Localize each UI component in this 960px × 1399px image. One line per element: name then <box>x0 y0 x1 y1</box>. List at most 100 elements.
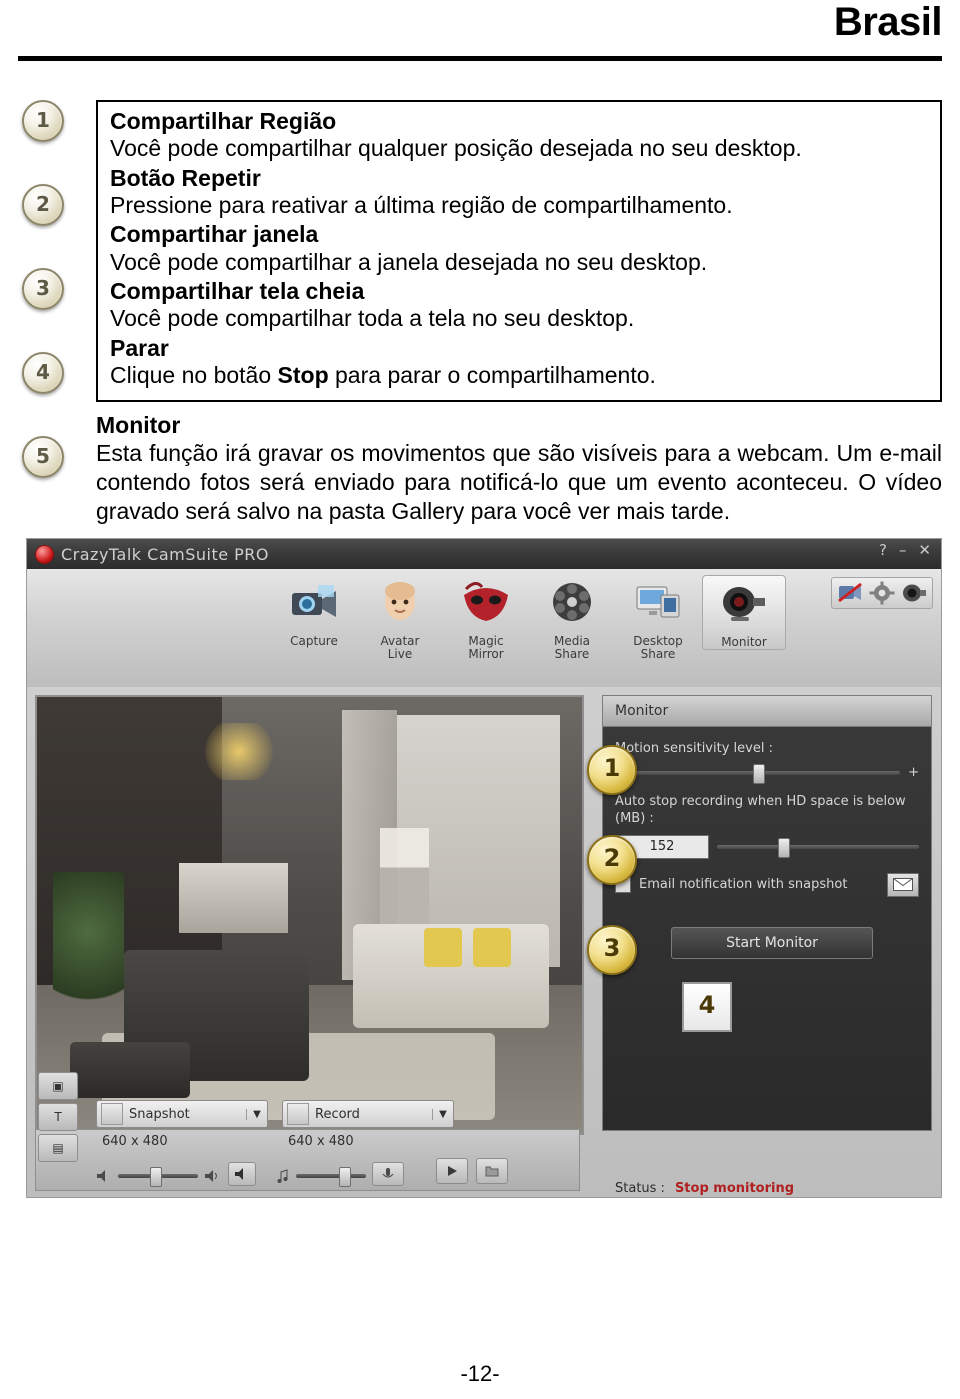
record-resolution: 640 x 480 <box>288 1134 354 1150</box>
toolbar-utility-icons[interactable] <box>831 577 933 610</box>
tab-media-share-label-2: Share <box>554 647 590 662</box>
gear-icon[interactable] <box>869 581 895 605</box>
envelope-icon[interactable] <box>887 872 919 897</box>
microphone-icon[interactable] <box>372 1162 404 1187</box>
motion-sensitivity-label: Motion sensitivity level : <box>615 741 773 757</box>
app-titlebar: CrazyTalk CamSuite PRO ? – ✕ <box>27 539 941 570</box>
app-content-area: Monitor Motion sensitivity level : - + A… <box>27 687 941 1198</box>
instruction-title-3: Compartihar janela <box>110 221 319 248</box>
tab-media-share[interactable]: Media Share <box>530 575 614 661</box>
app-title: CrazyTalk CamSuite PRO <box>61 544 270 564</box>
callout-number-5: 5 <box>22 436 64 478</box>
instruction-item-2: Botão Repetir Pressione para reativar a … <box>110 165 930 220</box>
monitor-settings-panel: Monitor Motion sensitivity level : - + A… <box>602 695 932 1196</box>
tab-monitor-label: Monitor <box>721 635 767 650</box>
close-icon[interactable]: ✕ <box>918 541 931 559</box>
instruction-item-4: Compartilhar tela cheia Você pode compar… <box>110 278 930 333</box>
header-divider <box>18 56 942 61</box>
webcam-icon <box>703 576 785 630</box>
mute-icon[interactable]: ▣ <box>38 1072 78 1101</box>
motion-sensitivity-slider-knob[interactable] <box>753 763 765 784</box>
speaker-low-icon <box>96 1169 112 1183</box>
app-toolbar: Capture Avatar Live Magic Mirror Media S… <box>27 569 941 688</box>
film-icon <box>530 575 614 629</box>
callout-number-2: 2 <box>22 184 64 226</box>
callout-number-column: 1 2 3 4 5 <box>22 100 92 520</box>
tab-avatar-live-label-2: Live <box>387 647 413 662</box>
mic-slider-knob[interactable] <box>339 1166 352 1187</box>
monitor-section: Monitor Esta função irá gravar os movime… <box>96 412 942 527</box>
start-monitor-button[interactable]: Start Monitor <box>671 926 873 959</box>
monitor-section-text: Esta função irá gravar os movimentos que… <box>96 440 942 525</box>
app-logo-icon <box>35 544 54 564</box>
playback-controls[interactable] <box>436 1158 508 1187</box>
autostop-row[interactable]: 152 <box>615 834 919 859</box>
status-value: Stop monitoring <box>674 1181 795 1197</box>
app-callout-4: 4 <box>682 982 732 1033</box>
instruction-title-1: Compartilhar Região <box>110 108 337 134</box>
video-side-buttons[interactable]: ▣ T ▤ <box>38 1072 80 1165</box>
tab-avatar-live[interactable]: Avatar Live <box>358 575 442 661</box>
tab-desktop-share-label-2: Share <box>640 647 676 662</box>
page-footer: -12- <box>0 1361 960 1387</box>
callout-number-1: 1 <box>22 100 64 142</box>
monitor-panel-body: Motion sensitivity level : - + Auto stop… <box>603 727 931 973</box>
no-video-icon[interactable] <box>837 581 863 605</box>
snapshot-button[interactable]: Snapshot ▼ <box>96 1100 268 1129</box>
volume-controls[interactable] <box>96 1162 256 1189</box>
help-icon[interactable]: ? <box>879 541 887 559</box>
tab-monitor[interactable]: Monitor <box>702 575 786 651</box>
email-notification-row[interactable]: Email notification with snapshot <box>615 872 919 897</box>
autostop-label: Auto stop recording when HD space is bel… <box>615 794 906 826</box>
snapshot-icon <box>101 1103 123 1126</box>
tab-capture-label: Capture <box>290 634 338 649</box>
save-icon[interactable]: ▤ <box>38 1134 78 1163</box>
callout-number-3: 3 <box>22 268 64 310</box>
volume-slider-knob[interactable] <box>150 1166 162 1187</box>
tab-magic-mirror-label-2: Mirror <box>468 647 504 662</box>
instruction-title-2: Botão Repetir <box>110 164 261 191</box>
volume-slider[interactable] <box>118 1166 198 1187</box>
mask-icon <box>444 575 528 629</box>
page-number: -12- <box>460 1361 500 1386</box>
page-header: Brasil <box>0 0 960 62</box>
mic-slider[interactable] <box>296 1166 366 1187</box>
instruction-desc-1: Você pode compartilhar qualquer posição … <box>110 135 802 162</box>
app-screenshot: CrazyTalk CamSuite PRO ? – ✕ Capture Ava… <box>26 538 942 1199</box>
instruction-title-5: Parar <box>110 334 169 361</box>
speaker-mute-button[interactable] <box>228 1162 256 1187</box>
email-notification-label: Email notification with snapshot <box>639 877 848 893</box>
motion-sensitivity-slider[interactable] <box>627 763 901 784</box>
video-preview[interactable] <box>35 695 584 1136</box>
video-preview-image <box>37 697 582 1134</box>
folder-icon[interactable] <box>476 1158 508 1185</box>
tab-magic-mirror[interactable]: Magic Mirror <box>444 575 528 661</box>
record-button[interactable]: Record ▼ <box>282 1100 454 1129</box>
camera-settings-icon[interactable] <box>901 581 927 605</box>
speaker-high-icon <box>204 1169 222 1183</box>
instruction-desc-5: Clique no botão Stop para parar o compar… <box>110 362 930 390</box>
tab-capture[interactable]: Capture <box>272 575 356 648</box>
text-overlay-icon[interactable]: T <box>38 1103 78 1132</box>
play-icon[interactable] <box>436 1158 468 1185</box>
autostop-slider-knob[interactable] <box>777 837 790 858</box>
app-callout-1: 1 <box>587 745 637 796</box>
monitor-panel-heading: Monitor <box>603 696 931 728</box>
instruction-desc-3: Você pode compartilhar a janela desejada… <box>110 248 708 275</box>
instruction-item-5: Parar Clique no botão Stop para parar o … <box>110 335 930 390</box>
tab-desktop-share[interactable]: Desktop Share <box>616 575 700 661</box>
instruction-desc-2: Pressione para reativar a última região … <box>110 191 733 218</box>
brand-title: Brasil <box>833 0 943 44</box>
instruction-desc-5-bold: Stop <box>277 362 329 388</box>
callout-number-4: 4 <box>22 352 64 394</box>
autostop-slider[interactable] <box>717 837 919 858</box>
minimize-icon[interactable]: – <box>899 541 907 559</box>
motion-sensitivity-slider-row[interactable]: - + <box>615 763 919 784</box>
instruction-title-4: Compartilhar tela cheia <box>110 278 365 305</box>
mic-controls[interactable] <box>276 1162 404 1189</box>
music-note-icon <box>276 1168 290 1183</box>
record-dropdown-arrow[interactable]: ▼ <box>432 1108 453 1120</box>
window-controls[interactable]: ? – ✕ <box>879 541 931 559</box>
app-callout-2: 2 <box>587 835 637 886</box>
snapshot-dropdown-arrow[interactable]: ▼ <box>246 1108 267 1120</box>
